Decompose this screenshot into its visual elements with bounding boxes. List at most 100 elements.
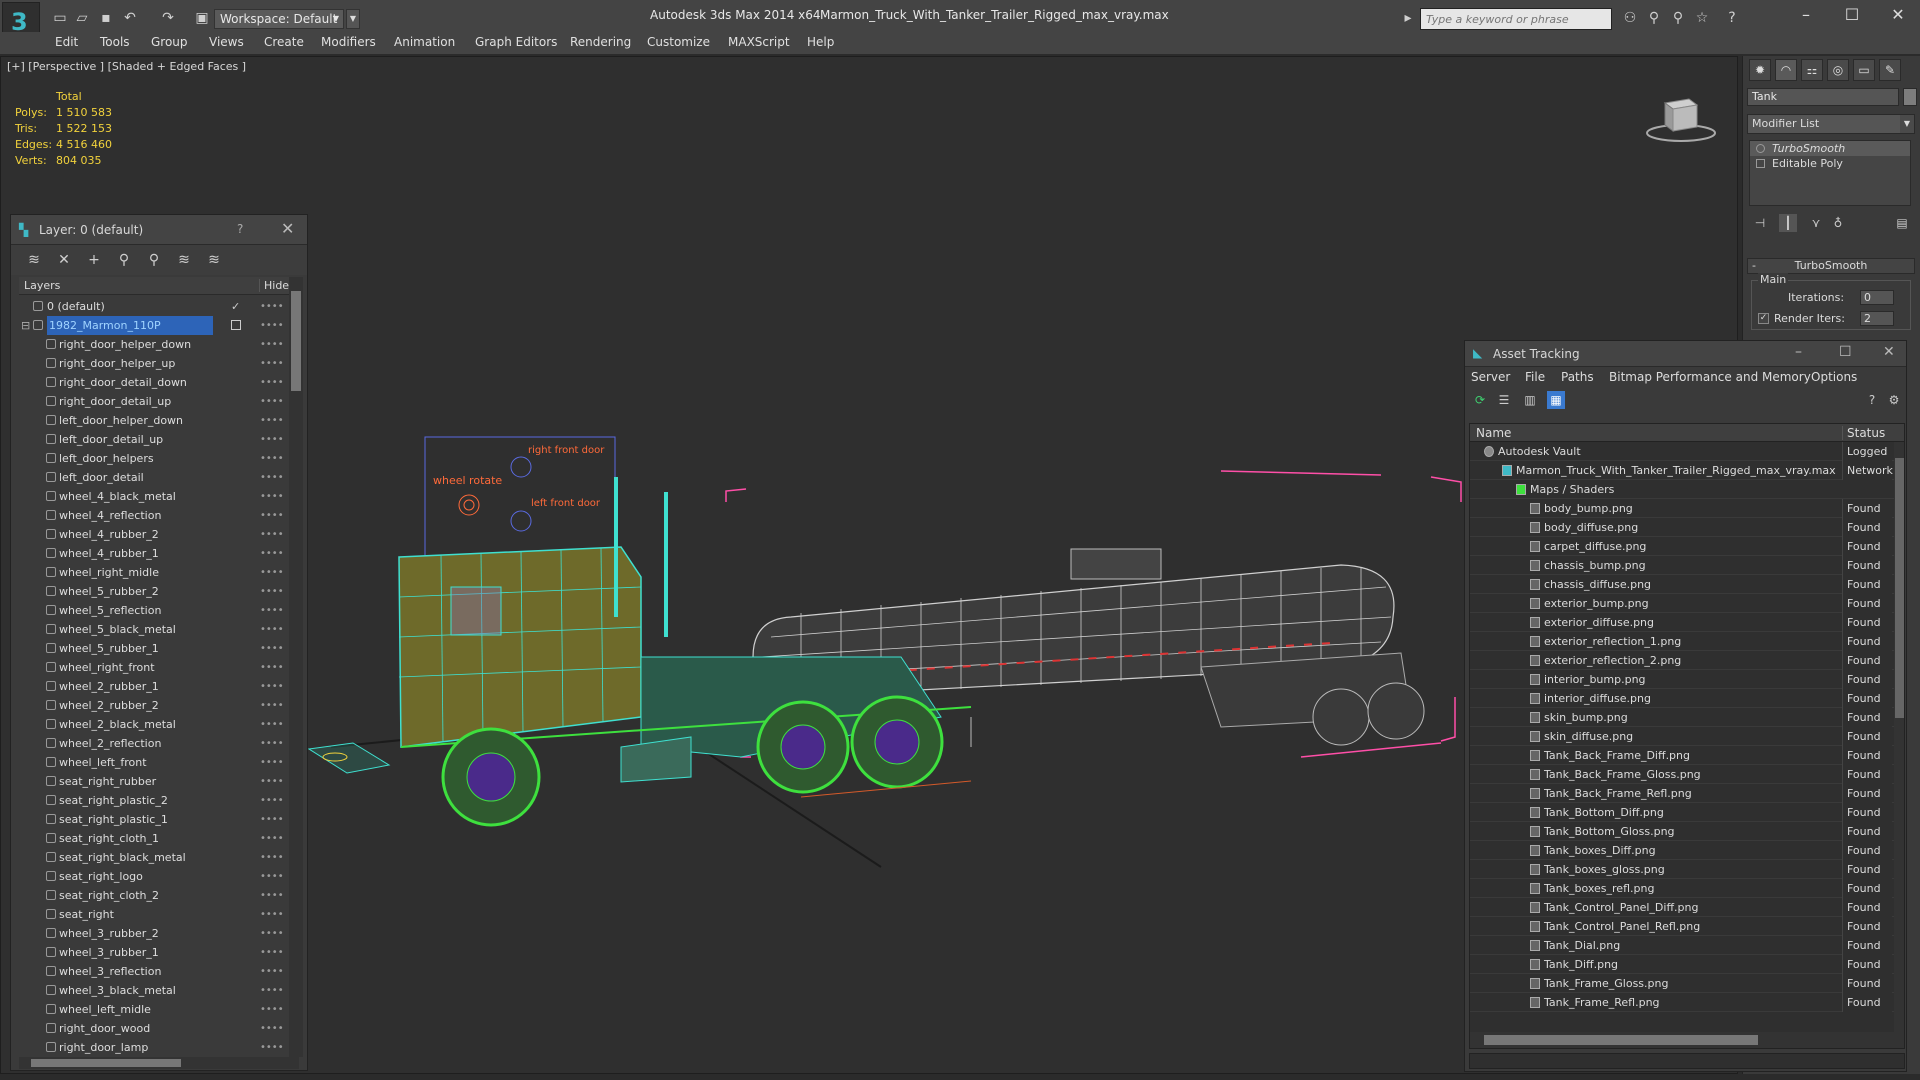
collapse-icon[interactable]: ⊟ — [21, 316, 30, 335]
asset-row[interactable]: exterior_reflection_2.png Found — [1470, 651, 1904, 670]
layer-object-row[interactable]: right_door_detail_down •••• — [19, 373, 287, 392]
hide-toggle[interactable]: •••• — [260, 373, 284, 392]
layer-object-row[interactable]: right_door_helper_down •••• — [19, 335, 287, 354]
search-box[interactable] — [1420, 8, 1612, 30]
add-selected-icon[interactable]: + — [85, 251, 103, 269]
viewport-label[interactable]: [+] [Perspective ] [Shaded + Edged Faces… — [7, 60, 246, 73]
layer-object-row[interactable]: wheel_5_rubber_1 •••• — [19, 639, 287, 658]
expand-icon[interactable] — [1756, 159, 1765, 168]
layer-object-row[interactable]: seat_right_rubber •••• — [19, 772, 287, 791]
utilities-tab-icon[interactable]: ✎ — [1879, 59, 1901, 81]
hide-toggle[interactable]: •••• — [260, 449, 284, 468]
hide-toggle[interactable]: •••• — [260, 430, 284, 449]
asset-row[interactable]: Tank_Bottom_Diff.png Found — [1470, 803, 1904, 822]
layer-object-row[interactable]: left_door_detail_up •••• — [19, 430, 287, 449]
layer-object-row[interactable]: wheel_5_rubber_2 •••• — [19, 582, 287, 601]
hide-toggle[interactable]: •••• — [260, 639, 284, 658]
menu-server[interactable]: Server — [1471, 370, 1510, 384]
layer-row-marmon[interactable]: ⊟ 1982_Marmon_110P •••• — [19, 316, 287, 335]
hide-toggle[interactable]: •••• — [260, 753, 284, 772]
expand-search-icon[interactable]: ▸ — [1400, 10, 1416, 26]
show-end-result-icon[interactable]: ┃ — [1779, 214, 1797, 232]
asset-row[interactable]: body_diffuse.png Found — [1470, 518, 1904, 537]
hierarchy-tab-icon[interactable]: ⚏ — [1801, 59, 1823, 81]
layer-object-row[interactable]: seat_right_plastic_1 •••• — [19, 810, 287, 829]
asset-row[interactable]: Maps / Shaders — [1470, 480, 1904, 499]
asset-row[interactable]: chassis_diffuse.png Found — [1470, 575, 1904, 594]
hide-toggle[interactable]: •••• — [260, 829, 284, 848]
layer-object-row[interactable]: right_door_detail_up •••• — [19, 392, 287, 411]
turbosmooth-rollout-header[interactable]: - TurboSmooth — [1747, 258, 1915, 274]
asset-row[interactable]: interior_diffuse.png Found — [1470, 689, 1904, 708]
hide-toggle[interactable]: •••• — [260, 525, 284, 544]
create-tab-icon[interactable]: ✹ — [1749, 59, 1771, 81]
hide-toggle[interactable]: •••• — [260, 867, 284, 886]
hide-toggle[interactable]: •••• — [260, 886, 284, 905]
layer-object-row[interactable]: seat_right_black_metal •••• — [19, 848, 287, 867]
layer-object-row[interactable]: left_door_detail •••• — [19, 468, 287, 487]
hide-toggle[interactable]: •••• — [260, 335, 284, 354]
make-unique-icon[interactable]: ⋎ — [1807, 214, 1825, 232]
asset-row[interactable]: exterior_diffuse.png Found — [1470, 613, 1904, 632]
stack-item-editable-poly[interactable]: Editable Poly — [1750, 156, 1910, 171]
layer-object-row[interactable]: right_door_lamp •••• — [19, 1038, 287, 1057]
communication-center-icon[interactable]: ⚲ — [1670, 10, 1686, 26]
asset-row[interactable]: Tank_Diff.png Found — [1470, 955, 1904, 974]
layer-object-row[interactable]: wheel_2_rubber_1 •••• — [19, 677, 287, 696]
layer-horizontal-scrollbar[interactable] — [19, 1057, 299, 1069]
close-icon[interactable]: ✕ — [281, 219, 294, 238]
list-view-icon[interactable]: ☰ — [1495, 391, 1513, 409]
col-hide[interactable]: Hide — [259, 279, 289, 292]
asset-row[interactable]: Tank_Control_Panel_Refl.png Found — [1470, 917, 1904, 936]
layer-object-row[interactable]: wheel_3_reflection •••• — [19, 962, 287, 981]
freeze-all-icon[interactable]: ≋ — [205, 251, 223, 269]
asset-row[interactable]: body_bump.png Found — [1470, 499, 1904, 518]
object-color-swatch[interactable] — [1903, 88, 1917, 106]
menu-rendering[interactable]: Rendering — [570, 35, 631, 49]
iterations-spinner[interactable]: 0 — [1860, 290, 1894, 305]
layer-object-row[interactable]: wheel_5_reflection •••• — [19, 601, 287, 620]
layer-object-row[interactable]: wheel_left_front •••• — [19, 753, 287, 772]
remove-modifier-icon[interactable]: ♁ — [1829, 214, 1847, 232]
stack-item-turbosmooth[interactable]: TurboSmooth — [1750, 141, 1910, 156]
asset-row[interactable]: Tank_boxes_refl.png Found — [1470, 879, 1904, 898]
viewcube-icon[interactable] — [1641, 87, 1721, 147]
scroll-thumb[interactable] — [1895, 458, 1904, 718]
hide-toggle[interactable]: •••• — [260, 1019, 284, 1038]
layer-object-row[interactable]: wheel_3_rubber_1 •••• — [19, 943, 287, 962]
hide-toggle[interactable]: •••• — [260, 297, 284, 316]
layer-row-default[interactable]: 0 (default) ✓ •••• — [19, 297, 287, 316]
layer-object-row[interactable]: wheel_5_black_metal •••• — [19, 620, 287, 639]
highlight-selected-icon[interactable]: ⚲ — [145, 251, 163, 269]
menu-maxscript[interactable]: MAXScript — [728, 35, 790, 49]
layer-object-row[interactable]: wheel_right_front •••• — [19, 658, 287, 677]
hide-toggle[interactable]: •••• — [260, 316, 284, 335]
hide-toggle[interactable]: •••• — [260, 905, 284, 924]
close-button[interactable]: ✕ — [1878, 4, 1918, 26]
hide-toggle[interactable]: •••• — [260, 962, 284, 981]
col-layers[interactable]: Layers — [24, 279, 60, 292]
hide-toggle[interactable]: •••• — [260, 468, 284, 487]
asset-row[interactable]: skin_diffuse.png Found — [1470, 727, 1904, 746]
lightbulb-icon[interactable] — [1756, 144, 1765, 153]
display-tab-icon[interactable]: ▭ — [1853, 59, 1875, 81]
layer-object-row[interactable]: wheel_2_black_metal •••• — [19, 715, 287, 734]
minimize-icon[interactable]: – — [1795, 344, 1802, 360]
layer-vertical-scrollbar[interactable] — [289, 277, 303, 1057]
asset-horizontal-scrollbar[interactable] — [1470, 1032, 1904, 1048]
render-iters-spinner[interactable]: 2 — [1860, 311, 1894, 326]
asset-title-bar[interactable]: ◣ Asset Tracking – ☐ ✕ — [1465, 341, 1906, 367]
menu-options[interactable]: Options — [1811, 370, 1857, 384]
menu-bitmap-performance[interactable]: Bitmap Performance and Memory — [1609, 370, 1811, 384]
asset-row[interactable]: carpet_diffuse.png Found — [1470, 537, 1904, 556]
maximize-icon[interactable]: ☐ — [1839, 344, 1852, 360]
asset-row[interactable]: Tank_boxes_gloss.png Found — [1470, 860, 1904, 879]
help-icon[interactable]: ? — [1724, 10, 1740, 26]
modify-tab-icon[interactable]: ◠ — [1775, 59, 1797, 81]
configure-sets-icon[interactable]: ▤ — [1893, 214, 1911, 232]
asset-row[interactable]: Tank_Frame_Gloss.png Found — [1470, 974, 1904, 993]
new-layer-icon[interactable]: ≋ — [25, 251, 43, 269]
hide-toggle[interactable]: •••• — [260, 563, 284, 582]
thumbnail-view-icon[interactable]: ▥ — [1521, 391, 1539, 409]
asset-row[interactable]: exterior_bump.png Found — [1470, 594, 1904, 613]
